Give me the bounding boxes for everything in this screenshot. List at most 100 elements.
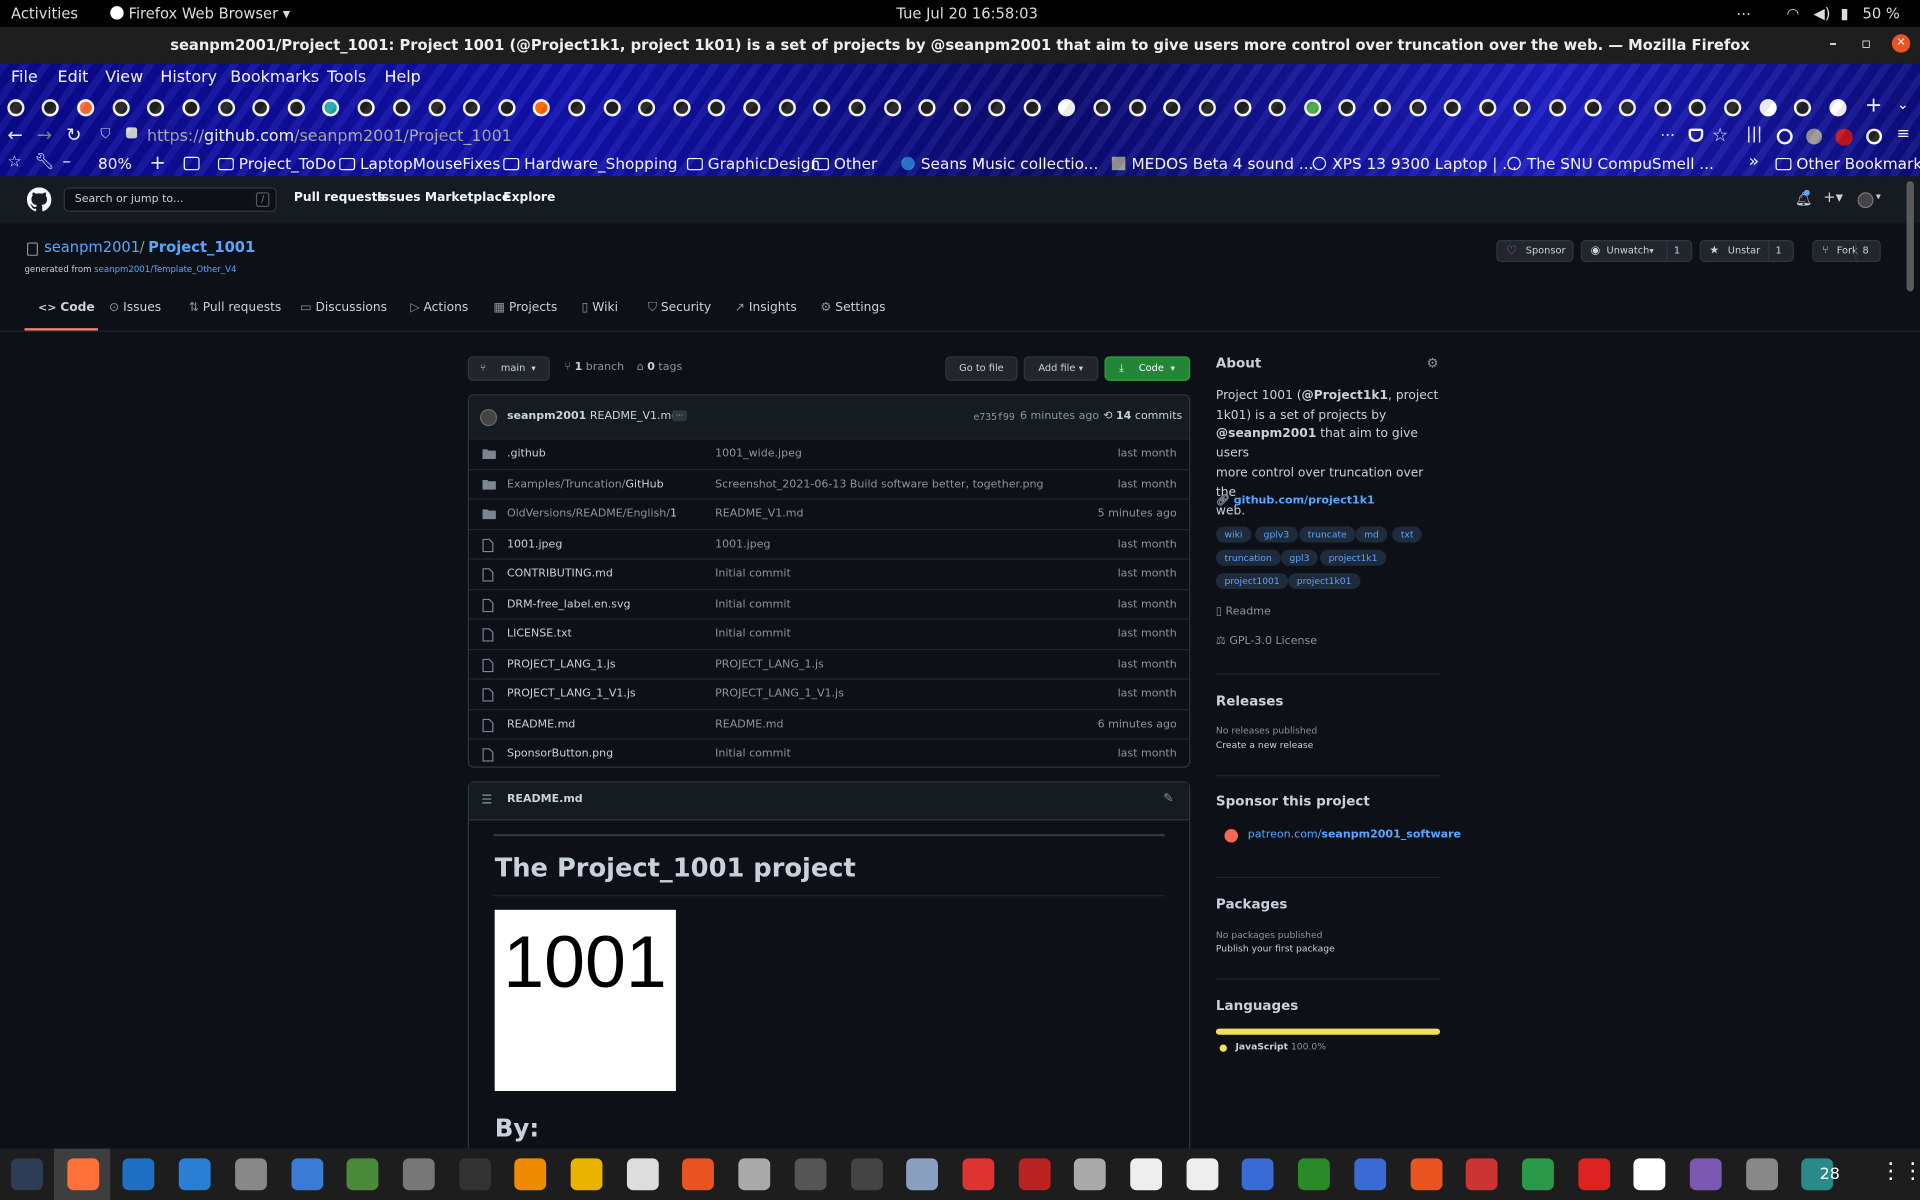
report-icon[interactable] (962, 1158, 995, 1191)
github-tab-icon[interactable] (1793, 99, 1812, 117)
show-applications-icon[interactable]: ⋮⋮ (1880, 1158, 1920, 1184)
menu-bookmarks[interactable]: Bookmarks (230, 69, 319, 87)
file-name[interactable]: PROJECT_LANG_1_V1.js (507, 688, 636, 700)
list-icon[interactable]: ☰ (481, 793, 492, 806)
bookmark-music[interactable]: Seans Music collectio... (901, 154, 1098, 173)
url-bar[interactable]: https://github.com/seanpm2001/Project_10… (98, 125, 1653, 152)
topic-md[interactable]: md (1355, 526, 1388, 543)
github-tab-icon[interactable] (568, 99, 586, 117)
github-tab-icon[interactable] (428, 99, 446, 117)
firefox-tab-icon[interactable] (77, 99, 95, 117)
close-icon[interactable]: ✕ (1891, 34, 1911, 53)
tags-link[interactable]: ⌂ 0 tags (637, 361, 683, 373)
account-icon[interactable] (1776, 128, 1793, 145)
commit-author-avatar[interactable] (480, 408, 498, 427)
github-tab-icon[interactable] (532, 99, 550, 117)
file-commit-message[interactable]: 1001.jpeg (715, 538, 770, 550)
charmap-icon[interactable] (1130, 1158, 1163, 1191)
settings-icon[interactable] (402, 1158, 435, 1191)
music-icon[interactable] (1633, 1158, 1666, 1191)
readme-filename[interactable]: README.md (507, 793, 583, 805)
bookmark-snu[interactable]: The SNU CompuSmell ... (1507, 154, 1714, 173)
remote-desktop-icon[interactable] (1354, 1158, 1386, 1191)
zoom-out-icon[interactable]: – (62, 152, 71, 172)
game-icon[interactable] (1465, 1158, 1498, 1191)
github-tab-icon[interactable] (1338, 99, 1356, 117)
nav-marketplace[interactable]: Marketplace (425, 191, 510, 204)
commit-sha[interactable]: e735f99 (973, 411, 1014, 422)
volume-icon[interactable]: ◀) (1813, 5, 1830, 22)
patreon-link[interactable]: patreon.com/seanpm2001_software (1248, 829, 1461, 841)
file-commit-message[interactable]: Initial commit (715, 748, 791, 760)
github-tab-icon[interactable] (1829, 99, 1847, 117)
github-tab-icon[interactable] (7, 99, 25, 117)
github-tab-icon[interactable] (252, 99, 270, 117)
image-viewer-icon[interactable] (738, 1158, 771, 1191)
menu-tools[interactable]: Tools (327, 69, 366, 87)
vim-icon[interactable] (1298, 1158, 1330, 1191)
file-name[interactable]: Examples/Truncation/GitHub (507, 478, 664, 490)
inkscape-icon[interactable] (850, 1158, 883, 1191)
topic-txt[interactable]: txt (1392, 526, 1423, 543)
extension-icon[interactable] (1806, 128, 1823, 145)
software-center-icon[interactable] (682, 1158, 715, 1191)
bookmark-star-icon[interactable]: ☆ (1712, 124, 1728, 146)
star-count[interactable]: 1 (1768, 241, 1788, 261)
github-tab-icon[interactable] (1443, 99, 1461, 117)
help-icon[interactable] (178, 1158, 211, 1191)
commit-expand-button[interactable]: ··· (672, 410, 687, 422)
table-row[interactable]: LICENSE.txt Initial commit last month (468, 618, 1189, 647)
system-monitor-chart-icon[interactable] (626, 1158, 659, 1191)
watch-count[interactable]: 1 (1666, 241, 1687, 261)
github-tab-icon[interactable] (1093, 99, 1111, 117)
files-icon[interactable] (234, 1158, 267, 1191)
github-tab-icon[interactable] (1198, 99, 1216, 117)
readme-link[interactable]: ▯ Readme (1216, 606, 1271, 618)
table-row[interactable]: DRM-free_label.en.svg Initial commit last … (468, 588, 1189, 617)
nav-explore[interactable]: Explore (503, 191, 555, 204)
topic-project1k01[interactable]: project1k01 (1288, 573, 1361, 589)
file-name[interactable]: OldVersions/README/English/1 (507, 508, 677, 520)
github-tab-icon[interactable] (1128, 99, 1147, 117)
sponsor-button[interactable]: ♡ Sponsor (1496, 240, 1574, 263)
system-overflow-icon[interactable]: ⋯ (1736, 5, 1751, 22)
library-icon[interactable]: ||| (1746, 125, 1762, 143)
topic-truncation[interactable]: truncation (1215, 549, 1281, 566)
bookmark-other[interactable]: Other (813, 154, 877, 173)
github-tab-icon[interactable] (393, 99, 411, 117)
github-tab-icon[interactable] (462, 99, 481, 117)
github-tab-icon[interactable] (1548, 99, 1567, 117)
tab-wiki[interactable]: ▯ Wiki (582, 301, 618, 314)
tab-pull-requests[interactable]: ⇅ Pull requests (189, 301, 282, 314)
file-commit-message[interactable]: README_V1.md (715, 508, 803, 520)
add-file-button[interactable]: Add file ▾ (1023, 356, 1099, 381)
code-button[interactable]: ⤓ Code ▾ (1104, 356, 1191, 381)
github-tab-icon[interactable] (41, 99, 59, 117)
file-name[interactable]: LICENSE.txt (507, 628, 572, 640)
nav-issues[interactable]: Issues (377, 191, 420, 204)
nav-pull-requests[interactable]: Pull requests (294, 191, 385, 204)
table-row[interactable]: CONTRIBUTING.md Initial commit last month (468, 558, 1189, 587)
unwatch-button[interactable]: ◉ Unwatch ▾ 1 (1580, 240, 1693, 263)
create-release-link[interactable]: Create a new release (1216, 740, 1313, 751)
system-monitor-icon[interactable] (11, 1158, 43, 1191)
github-tab-icon[interactable] (287, 99, 305, 117)
activities-button[interactable]: Activities (11, 5, 78, 22)
github-tab-icon[interactable] (1584, 99, 1602, 117)
github-tab-icon[interactable] (146, 99, 165, 117)
updater-icon[interactable] (1410, 1158, 1442, 1191)
table-row[interactable]: README.md README.md 6 minutes ago (468, 708, 1189, 737)
tab-code[interactable]: <> Code (38, 301, 95, 314)
avatar-chevron-icon[interactable]: ▾ (1876, 191, 1881, 202)
license-link[interactable]: ⚖ GPL-3.0 License (1216, 636, 1317, 648)
writer-icon[interactable] (122, 1158, 155, 1191)
tab-issues[interactable]: ⊙ Issues (109, 301, 161, 314)
file-commit-message[interactable]: PROJECT_LANG_1_V1.js (715, 688, 844, 700)
file-commit-message[interactable]: PROJECT_LANG_1.js (715, 658, 824, 670)
avatar[interactable] (1857, 192, 1874, 209)
github-tab-icon[interactable] (988, 99, 1006, 117)
menu-help[interactable]: Help (384, 69, 420, 87)
search-input[interactable]: Search or jump to... / (63, 187, 277, 212)
bookmark-laptopmousefixes[interactable]: LaptopMouseFixes (339, 154, 500, 173)
file-name[interactable]: 1001.jpeg (507, 538, 562, 550)
